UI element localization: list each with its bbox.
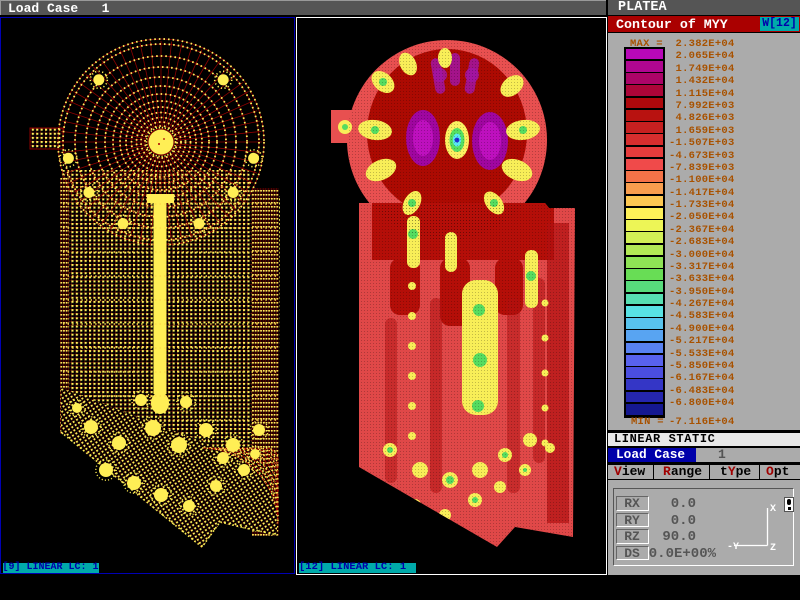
svg-text:Z: Z [770, 543, 776, 554]
svg-text:X: X [770, 504, 776, 515]
svg-text:-Y: -Y [727, 542, 739, 553]
